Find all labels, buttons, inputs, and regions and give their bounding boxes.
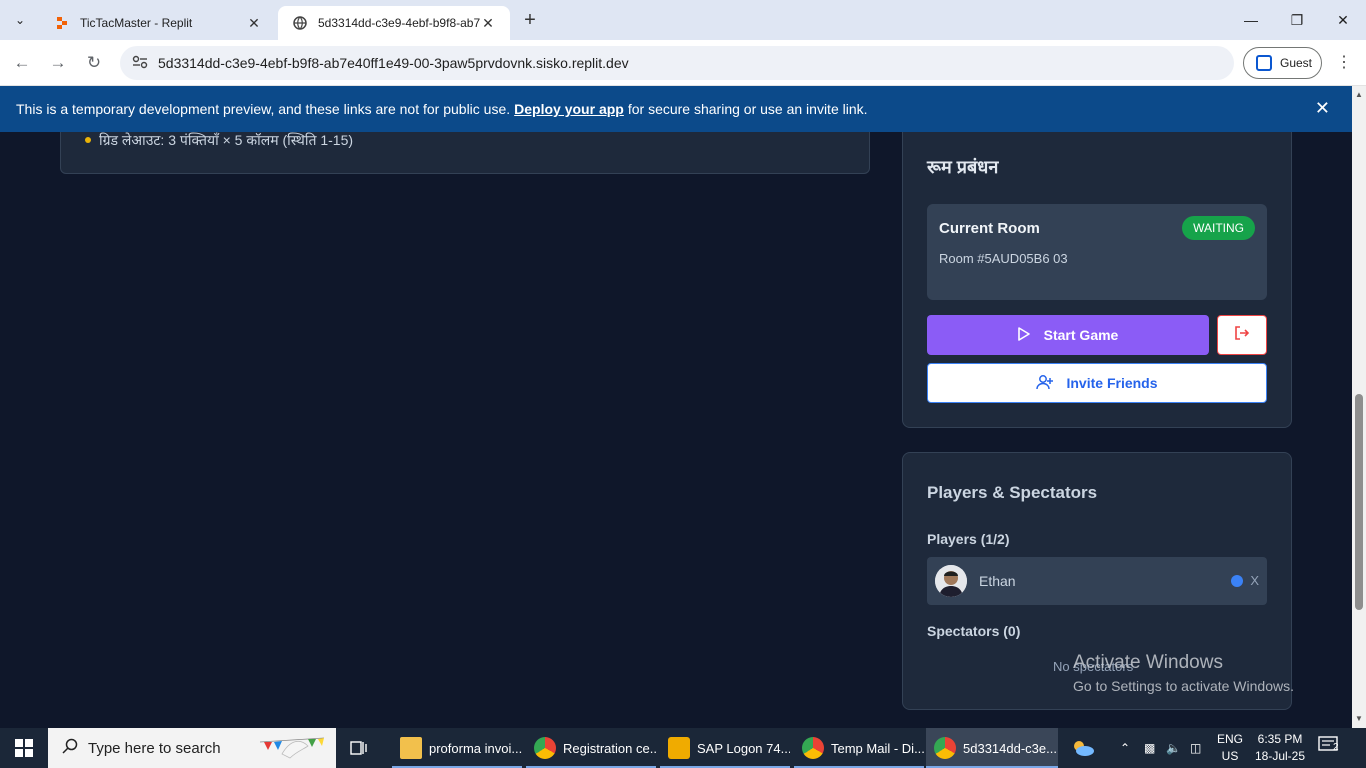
- taskbar-item-sap-logon[interactable]: SAP Logon 74...: [660, 728, 790, 768]
- taskbar-item-label: 5d3314dd-c3e...: [963, 740, 1057, 756]
- tab-preview[interactable]: 5d3314dd-c3e9-4ebf-b9f8-ab7 ✕: [278, 6, 510, 40]
- chrome-icon: [802, 737, 824, 759]
- banner-text-before: This is a temporary development preview,…: [16, 101, 511, 117]
- taskbar-item-chrome-preview[interactable]: 5d3314dd-c3e...: [926, 728, 1058, 768]
- activate-windows-subtitle: Go to Settings to activate Windows.: [1073, 678, 1294, 694]
- guest-label: Guest: [1280, 56, 1313, 70]
- region-code: US: [1221, 749, 1239, 763]
- browser-tabstrip: ⌄ TicTacMaster - Replit ✕ 5d3314dd-c3e9-…: [0, 0, 1366, 40]
- page-scrollbar[interactable]: ▲ ▼: [1352, 86, 1366, 728]
- restore-icon[interactable]: ❐: [1274, 0, 1320, 40]
- deploy-app-link[interactable]: Deploy your app: [514, 101, 624, 117]
- status-badge: WAITING: [1182, 216, 1255, 240]
- back-icon[interactable]: ←: [9, 50, 35, 76]
- guest-profile-button[interactable]: Guest: [1243, 47, 1322, 79]
- task-view-icon[interactable]: [346, 736, 370, 760]
- scrollbar-thumb[interactable]: [1355, 394, 1363, 610]
- clock-date: 18-Jul-25: [1254, 749, 1306, 763]
- taskbar-search-box[interactable]: Type here to search: [48, 728, 336, 768]
- notification-count: 2: [1333, 742, 1339, 753]
- taskbar-clock[interactable]: 6:35 PM 18-Jul-25: [1254, 731, 1306, 765]
- weather-icon[interactable]: [1070, 728, 1100, 768]
- scroll-up-icon[interactable]: ▲: [1355, 90, 1363, 99]
- globe-icon: [292, 15, 308, 31]
- windows-taskbar: Type here to search proforma invoi... Re…: [0, 728, 1366, 768]
- activate-windows-title: Activate Windows: [1073, 652, 1223, 673]
- language-code: ENG: [1216, 732, 1243, 746]
- tab-title: TicTacMaster - Replit: [80, 16, 193, 30]
- sap-icon: [668, 737, 690, 759]
- windows-start-icon[interactable]: [0, 728, 48, 768]
- clock-time: 6:35 PM: [1257, 732, 1303, 746]
- tab-tictacmaster[interactable]: TicTacMaster - Replit ✕: [40, 6, 276, 40]
- tray-overflow-icon[interactable]: ⌃: [1120, 728, 1134, 768]
- tab-search-icon[interactable]: ⌄: [8, 8, 32, 32]
- taskbar-item-label: proforma invoi...: [429, 740, 522, 756]
- players-spectators-heading: Players & Spectators: [927, 483, 1098, 502]
- room-id: Room #5AUD05B6 03: [939, 251, 1068, 266]
- player-mark: X: [1250, 573, 1259, 588]
- room-management-heading: रूम प्रबंधन: [927, 157, 999, 177]
- browser-menu-icon[interactable]: ⋮: [1334, 52, 1354, 74]
- dev-preview-banner: This is a temporary development preview,…: [0, 86, 1352, 132]
- play-icon: [1017, 326, 1030, 344]
- taskbar-item-chrome-tempmail[interactable]: Temp Mail - Di...: [794, 728, 924, 768]
- search-placeholder: Type here to search: [88, 739, 221, 757]
- language-indicator[interactable]: ENG US: [1214, 731, 1246, 765]
- user-plus-icon: [1036, 374, 1054, 393]
- meet-now-icon[interactable]: ▩: [1144, 728, 1160, 768]
- grid-layout-text: ग्रिड लेआउट: 3 पंक्तियाँ × 5 कॉलम (स्थित…: [99, 132, 354, 148]
- browser-toolbar: ← → ↻ 5d3314dd-c3e9-4ebf-b9f8-ab7e40ff1e…: [0, 40, 1366, 86]
- site-info-icon[interactable]: [132, 55, 152, 72]
- taskbar-item-chrome-registration[interactable]: Registration ce...: [526, 728, 656, 768]
- current-room-box: Current Room WAITING Room #5AUD05B6 03: [927, 204, 1267, 300]
- player-name: Ethan: [979, 573, 1016, 589]
- folder-icon: [400, 737, 422, 759]
- forward-icon[interactable]: →: [45, 50, 71, 76]
- search-icon: [62, 738, 78, 758]
- volume-icon[interactable]: 🔈: [1166, 728, 1182, 768]
- online-status-icon: [1231, 575, 1243, 587]
- room-management-panel: रूम प्रबंधन Current Room WAITING Room #5…: [902, 100, 1292, 428]
- chrome-icon: [534, 737, 556, 759]
- current-room-label: Current Room: [939, 220, 1040, 237]
- taskbar-item-label: SAP Logon 74...: [697, 740, 790, 756]
- notification-center-icon[interactable]: 2: [1318, 736, 1346, 760]
- start-game-label: Start Game: [1043, 327, 1119, 343]
- banner-text-after: for secure sharing or use an invite link…: [627, 101, 868, 117]
- leave-room-button[interactable]: [1217, 315, 1267, 355]
- avatar: [935, 565, 967, 597]
- url-text: 5d3314dd-c3e9-4ebf-b9f8-ab7e40ff1e49-00-…: [158, 55, 629, 71]
- invite-friends-label: Invite Friends: [1066, 375, 1158, 391]
- logout-icon: [1234, 325, 1250, 346]
- bullet-icon: [85, 137, 91, 143]
- network-icon[interactable]: ◫: [1190, 728, 1208, 768]
- taskbar-item-label: Registration ce...: [563, 740, 656, 756]
- window-close-icon[interactable]: ✕: [1320, 0, 1366, 40]
- profile-icon: [1256, 55, 1272, 71]
- activate-windows-watermark: Activate Windows Go to Settings to activ…: [1073, 652, 1294, 694]
- banner-close-icon[interactable]: ✕: [1315, 98, 1330, 119]
- player-row: Ethan X: [927, 557, 1267, 605]
- new-tab-icon[interactable]: +: [518, 8, 542, 32]
- reload-icon[interactable]: ↻: [81, 50, 107, 76]
- address-bar[interactable]: 5d3314dd-c3e9-4ebf-b9f8-ab7e40ff1e49-00-…: [120, 46, 1234, 80]
- spectators-count-label: Spectators (0): [927, 623, 1021, 639]
- taskbar-item-file-explorer[interactable]: proforma invoi...: [392, 728, 522, 768]
- taskbar-item-label: Temp Mail - Di...: [831, 740, 924, 756]
- minimize-icon[interactable]: —: [1228, 0, 1274, 40]
- scroll-down-icon[interactable]: ▼: [1355, 714, 1363, 723]
- tab-close-icon[interactable]: ✕: [480, 15, 496, 32]
- replit-favicon-icon: [54, 15, 70, 31]
- search-highlight-image: [256, 732, 328, 764]
- tab-close-icon[interactable]: ✕: [246, 15, 262, 32]
- start-game-button[interactable]: Start Game: [927, 315, 1209, 355]
- players-count-label: Players (1/2): [927, 531, 1010, 547]
- tab-title: 5d3314dd-c3e9-4ebf-b9f8-ab7: [318, 16, 480, 30]
- invite-friends-button[interactable]: Invite Friends: [927, 363, 1267, 403]
- chrome-icon: [934, 737, 956, 759]
